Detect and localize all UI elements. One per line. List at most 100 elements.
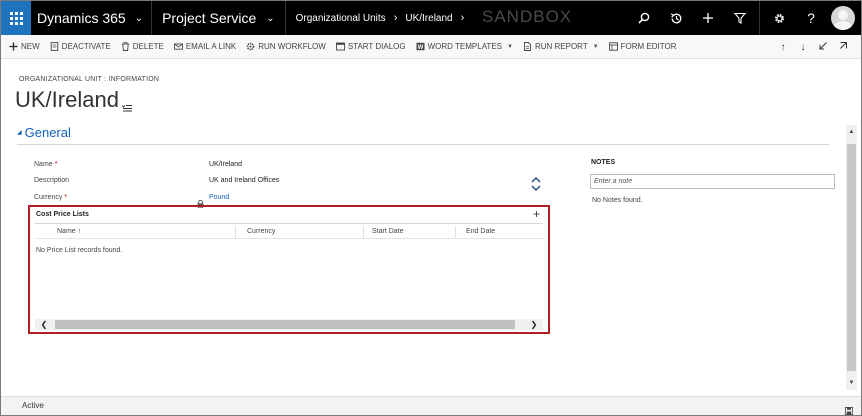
help-icon[interactable]: ? [795, 1, 827, 35]
column-divider [455, 226, 456, 238]
form-editor-button[interactable]: FORM EDITOR [608, 42, 677, 51]
email-a-link-button[interactable]: EMAIL A LINK [173, 42, 237, 51]
required-marker: * [54, 161, 58, 168]
section-title: General [24, 125, 71, 140]
description-field[interactable]: UK and Ireland Offices [209, 177, 279, 184]
area-name: Project Service [162, 10, 257, 26]
lock-icon [197, 195, 204, 208]
entity-form-label: ORGANIZATIONAL UNIT : INFORMATION [19, 76, 160, 83]
word-templates-button-label: WORD TEMPLATES [427, 42, 502, 51]
delete-button[interactable]: DELETE [121, 42, 164, 51]
subgrid-title: Cost Price Lists [36, 211, 89, 218]
currency-lookup-link[interactable]: Pound [209, 194, 229, 201]
deactivate-button[interactable]: DEACTIVATE [50, 42, 111, 51]
column-header-end-date[interactable]: End Date [466, 228, 495, 235]
save-icon[interactable] [845, 402, 853, 415]
note-input[interactable]: Enter a note [590, 174, 835, 189]
deactivate-icon [50, 42, 59, 51]
subgrid-header-row: Name ↑ Currency Start Date End Date [35, 225, 543, 239]
run-report-button-label: RUN REPORT [534, 42, 588, 51]
column-divider [235, 226, 236, 238]
dialog-icon [335, 42, 345, 51]
environment-label: SANDBOX [482, 7, 573, 26]
email-icon [173, 42, 183, 51]
required-marker: * [64, 194, 68, 201]
gear-icon[interactable] [763, 1, 795, 35]
scroll-left-icon[interactable]: ❮ [37, 319, 51, 330]
report-icon [523, 42, 532, 51]
app-window: Dynamics 365 ⌄ Project Service ⌄ Organiz… [0, 0, 862, 416]
section-general-toggle[interactable]: ◢ General [17, 125, 71, 140]
breadcrumb-item-organizational-units[interactable]: Organizational Units [296, 13, 386, 24]
pop-out-icon[interactable] [813, 41, 833, 53]
collapse-icon[interactable] [833, 41, 853, 53]
scroll-down-icon[interactable]: ▼ [846, 378, 857, 388]
plus-icon [9, 42, 18, 51]
chevron-down-icon: ⌄ [266, 12, 275, 24]
currency-label-text: Currency [34, 194, 63, 201]
delete-button-label: DELETE [132, 42, 164, 51]
nav-icon-group: ? [628, 1, 861, 35]
column-header-name[interactable]: Name ↑ [57, 228, 81, 235]
scrollbar-thumb[interactable] [847, 144, 856, 371]
chevron-down-icon: ⌄ [134, 12, 144, 24]
collapse-triangle-icon: ◢ [17, 130, 22, 136]
arrow-up-icon[interactable]: ↑ [773, 42, 793, 53]
start-dialog-button[interactable]: START DIALOG [335, 42, 406, 51]
svg-text:W: W [417, 45, 423, 51]
scrollbar-thumb[interactable] [55, 320, 515, 329]
chevron-right-icon[interactable]: › [461, 12, 465, 24]
word-templates-button[interactable]: W WORD TEMPLATES ▼ [416, 42, 513, 51]
name-field-label: Name * [34, 161, 57, 168]
run-workflow-button[interactable]: RUN WORKFLOW [246, 42, 326, 51]
subgrid-divider [35, 223, 543, 224]
filter-icon[interactable] [724, 1, 756, 35]
subgrid-empty-message: No Price List records found. [36, 247, 123, 254]
column-header-currency[interactable]: Currency [247, 228, 275, 235]
column-divider [363, 226, 364, 238]
word-icon: W [416, 42, 425, 51]
run-workflow-button-label: RUN WORKFLOW [258, 42, 326, 51]
currency-field-label: Currency * [34, 194, 67, 201]
add-record-button[interactable]: + [533, 207, 540, 221]
create-new-icon[interactable] [692, 1, 724, 35]
arrow-down-icon[interactable]: ↓ [793, 42, 813, 53]
notes-title: NOTES [591, 159, 616, 166]
caret-down-icon: ▼ [507, 43, 513, 50]
form-editor-icon [608, 42, 618, 51]
new-button-label: NEW [21, 42, 40, 51]
top-nav-bar: Dynamics 365 ⌄ Project Service ⌄ Organiz… [1, 1, 861, 35]
recent-history-icon[interactable] [660, 1, 692, 35]
status-bar: Active [1, 396, 861, 415]
waffle-icon [9, 11, 23, 25]
app-switcher[interactable]: Dynamics 365 ⌄ [31, 1, 151, 35]
start-dialog-button-label: START DIALOG [347, 42, 406, 51]
form-selector-icon[interactable] [121, 99, 132, 112]
vertical-scrollbar[interactable]: ▲ ▼ [846, 125, 857, 390]
cost-price-lists-subgrid: Cost Price Lists + Name ↑ Currency Start… [28, 205, 550, 334]
email-a-link-button-label: EMAIL A LINK [185, 42, 237, 51]
breadcrumb-item-uk-ireland[interactable]: UK/Ireland [405, 13, 452, 24]
caret-down-icon: ▼ [592, 43, 599, 50]
page-title: UK/Ireland [15, 87, 119, 112]
run-report-button[interactable]: RUN REPORT ▼ [523, 42, 599, 51]
app-launcher-button[interactable] [1, 1, 31, 35]
breadcrumb: Organizational Units › UK/Ireland › [286, 1, 473, 35]
search-icon[interactable] [628, 1, 660, 35]
section-divider [17, 144, 829, 145]
horizontal-scrollbar[interactable]: ❮ ❯ [35, 319, 543, 330]
name-field[interactable]: UK/Ireland [209, 161, 242, 168]
chevron-right-icon: › [393, 12, 398, 24]
form-editor-button-label: FORM EDITOR [620, 42, 677, 51]
expand-collapse-icon[interactable] [530, 175, 542, 193]
new-button[interactable]: NEW [9, 42, 40, 51]
scroll-right-icon[interactable]: ❯ [527, 319, 541, 330]
avatar[interactable] [831, 6, 855, 30]
record-status: Active [22, 401, 44, 410]
scroll-up-icon[interactable]: ▲ [846, 127, 857, 137]
deactivate-button-label: DEACTIVATE [61, 42, 111, 51]
area-switcher[interactable]: Project Service ⌄ [152, 1, 285, 35]
column-header-start-date[interactable]: Start Date [372, 228, 404, 235]
description-field-label: Description [34, 177, 70, 184]
nav-divider [759, 1, 760, 35]
